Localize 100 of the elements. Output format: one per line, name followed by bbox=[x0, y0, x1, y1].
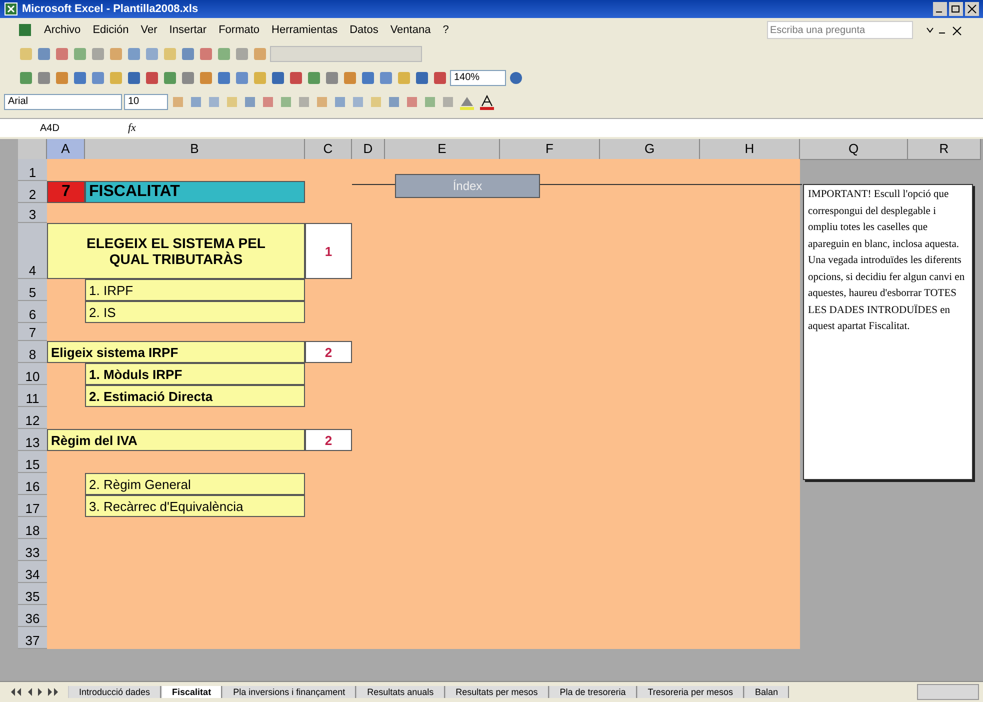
toolbar-icon[interactable] bbox=[306, 70, 322, 86]
toolbar-icon[interactable] bbox=[234, 46, 250, 62]
row-header[interactable]: 2 bbox=[18, 181, 47, 203]
row-header[interactable]: 13 bbox=[18, 429, 47, 451]
sheet-tab[interactable]: Pla inversions i finançament bbox=[222, 686, 356, 698]
row-header[interactable]: 11 bbox=[18, 385, 47, 407]
toolbar-icon[interactable] bbox=[180, 70, 196, 86]
menu-item[interactable]: Herramientas bbox=[272, 24, 338, 36]
menu-item[interactable]: Insertar bbox=[169, 24, 207, 36]
sheet-tab[interactable]: Pla de tresoreria bbox=[548, 686, 637, 698]
row-header[interactable]: 16 bbox=[18, 473, 47, 495]
toolbar-icon[interactable] bbox=[216, 70, 232, 86]
sheet-tab[interactable]: Fiscalitat bbox=[161, 686, 222, 698]
column-header[interactable]: A bbox=[47, 139, 85, 160]
row-header[interactable]: 34 bbox=[18, 561, 47, 583]
toolbar-icon[interactable] bbox=[378, 70, 394, 86]
toolbar-icon[interactable] bbox=[36, 70, 52, 86]
toolbar-icon[interactable] bbox=[414, 70, 430, 86]
section-title: FISCALITAT bbox=[85, 181, 305, 203]
column-header[interactable]: R bbox=[908, 139, 981, 160]
toolbar-icon[interactable] bbox=[324, 70, 340, 86]
column-header[interactable]: E bbox=[385, 139, 500, 160]
toolbar-icon[interactable] bbox=[198, 46, 214, 62]
toolbar-icon[interactable] bbox=[54, 70, 70, 86]
column-header[interactable]: H bbox=[700, 139, 800, 160]
toolbar-icon[interactable] bbox=[36, 46, 52, 62]
toolbar-icon[interactable] bbox=[332, 94, 348, 110]
answer-cell: 2 bbox=[305, 429, 352, 451]
font-combo[interactable]: Arial bbox=[4, 94, 122, 110]
toolbar-icon[interactable] bbox=[144, 70, 160, 86]
menu-item[interactable]: Archivo bbox=[44, 24, 81, 36]
horizontal-scrollbar[interactable] bbox=[917, 684, 979, 700]
sheet-tab[interactable]: Tresoreria per mesos bbox=[636, 686, 744, 698]
toolbar-icon[interactable] bbox=[180, 46, 196, 62]
row-header[interactable]: 5 bbox=[18, 279, 47, 301]
row-header[interactable]: 15 bbox=[18, 451, 47, 473]
column-header[interactable]: D bbox=[352, 139, 385, 160]
row-header[interactable]: 12 bbox=[18, 407, 47, 429]
column-header[interactable]: C bbox=[305, 139, 352, 160]
toolbar-icon[interactable] bbox=[90, 70, 106, 86]
row-header[interactable]: 10 bbox=[18, 363, 47, 385]
toolbar-icon[interactable] bbox=[386, 94, 402, 110]
toolbar-icon[interactable] bbox=[54, 46, 70, 62]
column-header[interactable]: Q bbox=[800, 139, 908, 160]
row-header[interactable]: 33 bbox=[18, 539, 47, 561]
help-search-field[interactable]: Escriba una pregunta bbox=[767, 21, 913, 39]
toolbar-icon[interactable] bbox=[270, 70, 286, 86]
toolbar-icon[interactable] bbox=[126, 70, 142, 86]
toolbar-icon[interactable] bbox=[72, 46, 88, 62]
row-header[interactable]: 1 bbox=[18, 159, 47, 181]
toolbar-icon[interactable] bbox=[162, 70, 178, 86]
toolbar-icon[interactable] bbox=[404, 94, 420, 110]
zoom-combo[interactable]: 140% bbox=[450, 70, 506, 86]
window-controls-icon[interactable] bbox=[933, 2, 979, 16]
select-all-corner[interactable] bbox=[18, 139, 47, 160]
font-size-combo[interactable]: 10 bbox=[124, 94, 168, 110]
toolbar-icon[interactable] bbox=[144, 46, 160, 62]
row-header[interactable]: 4 bbox=[18, 223, 47, 279]
column-header[interactable]: G bbox=[600, 139, 700, 160]
menu-item[interactable]: Ventana bbox=[390, 24, 431, 36]
row-header[interactable]: 17 bbox=[18, 495, 47, 517]
toolbar-icon[interactable] bbox=[188, 94, 204, 110]
toolbar-icon[interactable] bbox=[72, 70, 88, 86]
row-header[interactable]: 6 bbox=[18, 301, 47, 323]
toolbar-icon[interactable] bbox=[198, 70, 214, 86]
menu-item[interactable]: Datos bbox=[350, 24, 378, 36]
row-header[interactable]: 7 bbox=[18, 323, 47, 341]
toolbar-icon[interactable] bbox=[288, 70, 304, 86]
row-header[interactable]: 36 bbox=[18, 605, 47, 627]
toolbar-icon[interactable] bbox=[260, 94, 276, 110]
menu-item[interactable]: ? bbox=[442, 24, 449, 36]
help-icon[interactable] bbox=[508, 70, 524, 86]
sheet-tab[interactable]: Introducció dades bbox=[68, 686, 162, 698]
menu-item[interactable]: Edición bbox=[92, 24, 129, 36]
name-box[interactable]: A4D bbox=[0, 122, 120, 134]
answer-cell: 2 bbox=[305, 341, 352, 363]
toolbar-icon[interactable] bbox=[432, 70, 448, 86]
toolbar-icon[interactable] bbox=[242, 94, 258, 110]
toolbar-field[interactable] bbox=[270, 46, 422, 62]
toolbar-icon[interactable] bbox=[360, 70, 376, 86]
font-color-icon[interactable] bbox=[478, 94, 496, 110]
sheet-tab[interactable]: Resultats per mesos bbox=[444, 686, 549, 698]
column-header[interactable]: B bbox=[85, 139, 305, 160]
column-header[interactable]: F bbox=[500, 139, 600, 160]
menu-item[interactable]: Ver bbox=[140, 24, 158, 36]
toolbar-icon[interactable] bbox=[216, 46, 232, 62]
menu-item[interactable]: Formato bbox=[218, 24, 260, 36]
toolbar-icon[interactable] bbox=[342, 70, 358, 86]
toolbar-icon[interactable] bbox=[90, 46, 106, 62]
toolbar-icon[interactable] bbox=[234, 70, 250, 86]
toolbar-icon[interactable] bbox=[126, 46, 142, 62]
toolbar-icon[interactable] bbox=[18, 70, 34, 86]
row-header[interactable]: 3 bbox=[18, 203, 47, 223]
row-header[interactable]: 35 bbox=[18, 583, 47, 605]
sheet-tab[interactable]: Balan bbox=[744, 686, 789, 698]
row-header[interactable]: 18 bbox=[18, 517, 47, 539]
function-button[interactable]: fx bbox=[120, 122, 144, 134]
row-header[interactable]: 8 bbox=[18, 341, 47, 363]
row-header[interactable]: 37 bbox=[18, 627, 47, 649]
sheet-tab[interactable]: Resultats anuals bbox=[356, 686, 445, 698]
